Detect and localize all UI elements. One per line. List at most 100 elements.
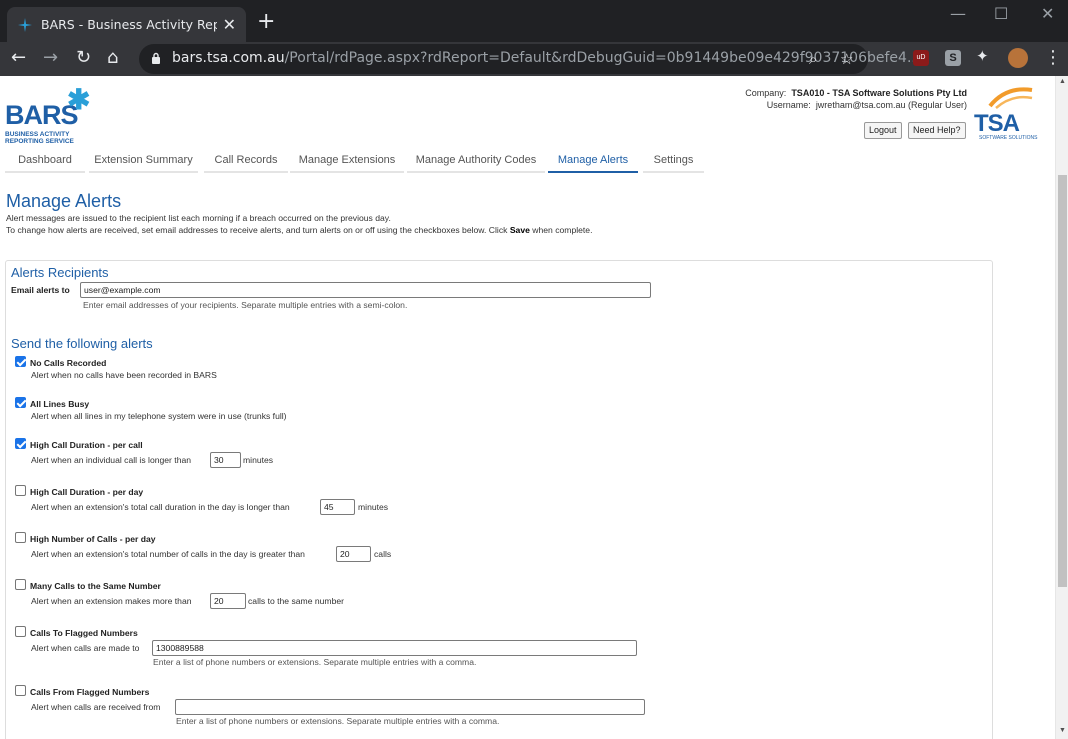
intro-line-2: To change how alerts are received, set e… <box>6 225 508 235</box>
no-calls-checkbox[interactable] <box>15 356 26 367</box>
alerts-panel <box>5 260 993 739</box>
intro-save-word: Save <box>509 225 530 235</box>
browser-toolbar: ← → ↻ ⌂ bars.tsa.com.au/Portal/rdPage.as… <box>0 42 1068 76</box>
high-duration-day-desc: Alert when an extension's total call dur… <box>31 502 290 512</box>
flagged-from-label: Calls From Flagged Numbers <box>30 687 150 697</box>
intro-line-2-end: when complete. <box>532 225 593 235</box>
browser-menu-icon[interactable]: ⋮ <box>1044 47 1062 68</box>
logo-subtitle-2: REPORTING SERVICE <box>5 138 74 145</box>
lock-icon <box>152 52 160 64</box>
flagged-from-checkbox[interactable] <box>15 685 26 696</box>
tab-manage-extensions[interactable]: Manage Extensions <box>290 148 404 173</box>
s-extension-icon[interactable]: S <box>945 50 961 66</box>
email-input[interactable]: user@example.com <box>80 282 651 298</box>
page-title: Manage Alerts <box>6 191 122 211</box>
flagged-to-desc: Alert when calls are made to <box>31 643 140 653</box>
tab-dashboard[interactable]: Dashboard <box>5 148 85 173</box>
recipients-title: Alerts Recipients <box>11 265 109 280</box>
many-calls-same-label: Many Calls to the Same Number <box>30 581 161 591</box>
many-calls-same-unit: calls to the same number <box>248 596 345 606</box>
alerts-title: Send the following alerts <box>11 336 153 351</box>
need-help-button[interactable]: Need Help? <box>908 122 966 139</box>
browser-tab[interactable]: BARS - Business Activity Reportin ✕ <box>7 7 246 42</box>
tab-manage-authority-codes[interactable]: Manage Authority Codes <box>407 148 545 173</box>
scroll-down-icon[interactable]: ▼ <box>1059 727 1066 734</box>
flagged-to-hint: Enter a list of phone numbers or extensi… <box>153 657 477 667</box>
all-lines-busy-desc: Alert when all lines in my telephone sys… <box>31 411 287 421</box>
forward-button[interactable]: → <box>43 47 58 68</box>
page-viewport: ✱ BARS BUSINESS ACTIVITY REPORTING SERVI… <box>0 76 1068 739</box>
many-calls-same-input[interactable]: 20 <box>210 593 246 609</box>
email-hint: Enter email addresses of your recipients… <box>83 300 408 310</box>
flagged-to-label: Calls To Flagged Numbers <box>30 628 138 638</box>
many-calls-same-desc: Alert when an extension makes more than <box>31 596 192 606</box>
browser-tabstrip: BARS - Business Activity Reportin ✕ + — … <box>0 0 1068 42</box>
profile-avatar[interactable] <box>1008 48 1028 68</box>
bars-star-icon: ✱ <box>67 84 91 115</box>
high-duration-day-input[interactable]: 45 <box>320 499 355 515</box>
flagged-from-desc: Alert when calls are received from <box>31 702 161 712</box>
logout-button[interactable]: Logout <box>864 122 902 139</box>
close-window-button[interactable]: ✕ <box>1041 4 1054 23</box>
scroll-thumb[interactable] <box>1058 175 1067 587</box>
tab-title: BARS - Business Activity Reportin <box>41 17 217 32</box>
maximize-button[interactable]: ☐ <box>994 4 1008 23</box>
high-duration-day-unit: minutes <box>358 502 389 512</box>
ublock-extension-icon[interactable]: uD <box>913 50 929 66</box>
tab-manage-alerts[interactable]: Manage Alerts <box>548 148 638 173</box>
tab-extension-summary[interactable]: Extension Summary <box>89 148 198 173</box>
page-intro: Alert messages are issued to the recipie… <box>6 212 592 236</box>
flagged-from-input[interactable] <box>175 699 645 715</box>
bars-favicon-icon <box>18 17 32 32</box>
tab-call-records[interactable]: Call Records <box>204 148 288 173</box>
high-number-calls-desc: Alert when an extension's total number o… <box>31 549 305 559</box>
new-tab-button[interactable]: + <box>257 9 275 34</box>
account-info: Company: TSA010 - TSA Software Solutions… <box>745 87 967 111</box>
tsa-swoosh-icon <box>988 87 1033 109</box>
logo-subtitle-1: BUSINESS ACTIVITY <box>5 131 70 138</box>
scroll-up-icon[interactable]: ▲ <box>1059 78 1066 85</box>
tab-close-icon[interactable]: ✕ <box>223 15 236 35</box>
no-calls-label: No Calls Recorded <box>30 358 107 368</box>
high-duration-day-label: High Call Duration - per day <box>30 487 144 497</box>
tsa-logo: TSA SOFTWARE SOLUTIONS <box>974 84 1044 142</box>
reload-button[interactable]: ↻ <box>76 47 91 68</box>
email-label: Email alerts to <box>11 285 70 295</box>
extensions-puzzle-icon[interactable]: ✦ <box>976 47 989 65</box>
high-duration-call-input[interactable]: 30 <box>210 452 241 468</box>
company-value: TSA010 - TSA Software Solutions Pty Ltd <box>791 88 967 98</box>
home-button[interactable]: ⌂ <box>107 47 118 68</box>
username-value: jwretham@tsa.com.au (Regular User) <box>815 100 967 110</box>
zoom-icon[interactable]: ⌕ <box>809 50 817 68</box>
all-lines-busy-label: All Lines Busy <box>30 399 90 409</box>
bars-logo: ✱ BARS BUSINESS ACTIVITY REPORTING SERVI… <box>5 84 90 145</box>
company-label: Company: <box>745 88 787 98</box>
flagged-from-hint: Enter a list of phone numbers or extensi… <box>176 716 500 726</box>
url-host: bars.tsa.com.au <box>172 50 285 66</box>
many-calls-same-checkbox[interactable] <box>15 579 26 590</box>
minimize-button[interactable]: — <box>950 4 966 23</box>
username-label: Username: <box>766 100 811 110</box>
tsa-logo-text: TSA <box>974 110 1020 137</box>
high-duration-call-desc: Alert when an individual call is longer … <box>31 455 192 465</box>
flagged-to-checkbox[interactable] <box>15 626 26 637</box>
page-scrollbar[interactable]: ▲ ▼ <box>1055 76 1068 739</box>
flagged-to-input[interactable]: 1300889588 <box>152 640 637 656</box>
tsa-logo-subtext: SOFTWARE SOLUTIONS <box>979 135 1038 141</box>
url-path: /Portal/rdPage.aspx?rdReport=Default&rdD… <box>284 50 921 66</box>
high-number-calls-label: High Number of Calls - per day <box>30 534 156 544</box>
bookmark-star-icon[interactable]: ☆ <box>840 50 853 68</box>
address-bar[interactable]: bars.tsa.com.au/Portal/rdPage.aspx?rdRep… <box>139 44 920 74</box>
high-number-calls-input[interactable]: 20 <box>336 546 371 562</box>
high-duration-call-unit: minutes <box>243 455 274 465</box>
high-duration-call-checkbox[interactable] <box>15 438 26 449</box>
tab-settings[interactable]: Settings <box>643 148 704 173</box>
no-calls-desc: Alert when no calls have been recorded i… <box>31 370 217 380</box>
high-number-calls-checkbox[interactable] <box>15 532 26 543</box>
high-number-calls-unit: calls <box>374 549 392 559</box>
high-duration-call-label: High Call Duration - per call <box>30 440 143 450</box>
high-duration-day-checkbox[interactable] <box>15 485 26 496</box>
intro-line-1: Alert messages are issued to the recipie… <box>6 213 391 223</box>
all-lines-busy-checkbox[interactable] <box>15 397 26 408</box>
back-button[interactable]: ← <box>11 47 26 68</box>
